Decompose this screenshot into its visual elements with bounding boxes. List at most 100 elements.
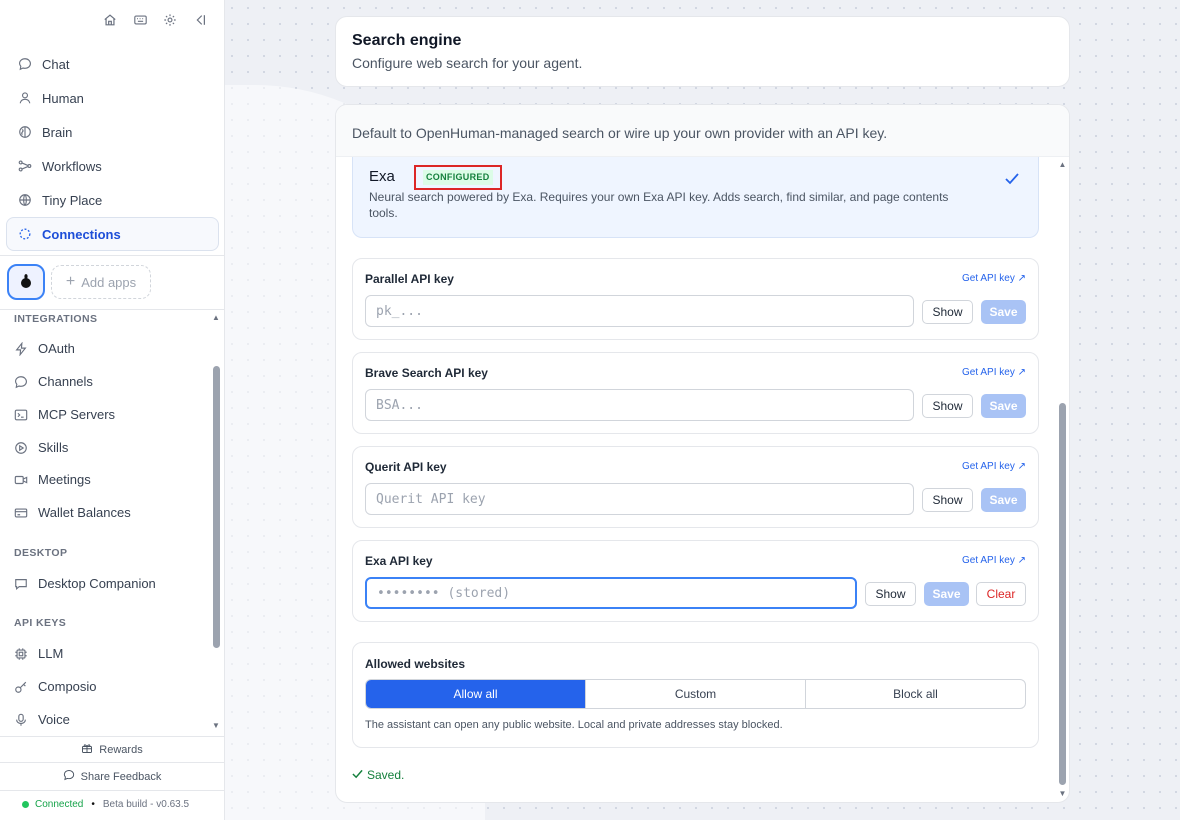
get-api-key-link[interactable]: Get API key ↗	[962, 273, 1026, 284]
allowed-websites-card: Allowed websites Allow all Custom Block …	[352, 642, 1039, 748]
feedback-icon	[63, 769, 75, 784]
option-custom[interactable]: Custom	[585, 680, 805, 708]
save-button[interactable]: Save	[924, 582, 969, 606]
chat-icon	[18, 57, 32, 71]
sidebar-top-icons	[100, 11, 210, 29]
page-title: Search engine	[352, 32, 462, 49]
parallel-key-input[interactable]: pk_...	[365, 295, 914, 327]
sidebar-item-desktop-companion[interactable]: Desktop Companion	[14, 576, 156, 591]
sidebar-item-label: Desktop Companion	[38, 576, 156, 591]
sidebar-item-oauth[interactable]: OAuth	[14, 341, 75, 356]
apps-row: + Add apps	[7, 264, 151, 300]
save-button[interactable]: Save	[981, 394, 1026, 418]
scroll-down-icon[interactable]: ▼	[1058, 789, 1067, 798]
sidebar-scroll-area[interactable]: INTEGRATIONS OAuth Channels MCP Servers …	[0, 311, 224, 736]
save-button[interactable]: Save	[981, 488, 1026, 512]
brave-key-card: Brave Search API key Get API key ↗ BSA..…	[352, 352, 1039, 434]
sidebar-item-skills[interactable]: Skills	[14, 440, 68, 455]
nav-item-human[interactable]: Human	[6, 81, 219, 115]
gear-icon[interactable]	[160, 11, 180, 29]
querit-key-input[interactable]: Querit API key	[365, 483, 914, 515]
key-label: Parallel API key	[365, 272, 454, 286]
get-api-key-link[interactable]: Get API key ↗	[962, 555, 1026, 566]
main-scrollbar-thumb[interactable]	[1059, 403, 1066, 785]
globe-icon	[18, 193, 32, 207]
connections-icon	[18, 227, 32, 241]
show-button[interactable]: Show	[865, 582, 916, 606]
nav-item-workflows[interactable]: Workflows	[6, 149, 219, 183]
nav-item-connections[interactable]: Connections	[6, 217, 219, 251]
key-label: Querit API key	[365, 460, 447, 474]
nav-label: Tiny Place	[42, 192, 103, 208]
sidebar-item-meetings[interactable]: Meetings	[14, 472, 91, 487]
intro-text: Default to OpenHuman-managed search or w…	[336, 105, 1069, 157]
sidebar-item-label: OAuth	[38, 341, 75, 356]
check-icon	[1004, 172, 1020, 189]
check-icon	[352, 768, 363, 782]
share-feedback-label: Share Feedback	[80, 770, 162, 783]
sidebar-item-mcp-servers[interactable]: MCP Servers	[14, 407, 115, 422]
allowed-websites-toggle: Allow all Custom Block all	[365, 679, 1026, 709]
nav-item-chat[interactable]: Chat	[6, 47, 219, 81]
get-api-key-link[interactable]: Get API key ↗	[962, 461, 1026, 472]
section-title-api-keys: API KEYS	[14, 617, 67, 629]
page-subtitle: Configure web search for your agent.	[352, 55, 583, 71]
provider-name: Exa	[369, 168, 395, 185]
status-separator: •	[91, 799, 95, 810]
allowed-websites-title: Allowed websites	[365, 657, 466, 671]
sidebar-item-composio[interactable]: Composio	[14, 679, 97, 694]
app-avatar[interactable]	[7, 264, 45, 300]
clear-button[interactable]: Clear	[976, 582, 1026, 606]
microphone-icon	[14, 713, 28, 727]
show-button[interactable]: Show	[922, 300, 973, 324]
terminal-icon	[14, 408, 28, 422]
scroll-down-icon[interactable]: ▼	[212, 722, 220, 730]
sidebar-item-label: MCP Servers	[38, 407, 116, 422]
sidebar-item-llm[interactable]: LLM	[14, 646, 63, 661]
lightning-icon	[14, 341, 28, 356]
exa-key-input[interactable]: •••••••• (stored)	[365, 577, 857, 609]
settings-scroll-area[interactable]: Exa CONFIGURED Neural search powered by …	[336, 157, 1069, 802]
wallet-icon	[14, 506, 28, 520]
sidebar-divider	[0, 790, 224, 791]
get-api-key-link[interactable]: Get API key ↗	[962, 367, 1026, 378]
sidebar-scrollbar-thumb[interactable]	[213, 366, 220, 648]
brain-icon	[18, 125, 32, 139]
provider-option-exa[interactable]: Exa CONFIGURED Neural search powered by …	[352, 157, 1039, 238]
add-apps-button[interactable]: + Add apps	[51, 265, 151, 299]
collapse-sidebar-icon[interactable]	[190, 11, 210, 29]
save-button[interactable]: Save	[981, 300, 1026, 324]
sidebar-item-channels[interactable]: Channels	[14, 374, 93, 389]
status-connected-text: Connected	[35, 799, 84, 810]
rewards-link[interactable]: Rewards	[0, 742, 224, 757]
key-label: Brave Search API key	[365, 366, 488, 380]
scroll-up-icon[interactable]: ▲	[212, 314, 220, 322]
option-allow-all[interactable]: Allow all	[366, 680, 585, 708]
saved-status: Saved.	[352, 768, 404, 782]
option-block-all[interactable]: Block all	[805, 680, 1025, 708]
sidebar-item-wallet-balances[interactable]: Wallet Balances	[14, 505, 131, 520]
nav-item-tiny-place[interactable]: Tiny Place	[6, 183, 219, 217]
brave-key-input[interactable]: BSA...	[365, 389, 914, 421]
keyboard-icon[interactable]	[130, 11, 150, 29]
sidebar: Chat Human Brain Workflows Tiny Place Co…	[0, 0, 225, 820]
sidebar-item-voice[interactable]: Voice	[14, 712, 70, 727]
video-icon	[14, 473, 28, 487]
configured-badge: CONFIGURED	[414, 165, 502, 190]
home-icon[interactable]	[100, 11, 120, 29]
sidebar-item-label: Wallet Balances	[38, 505, 131, 520]
show-button[interactable]: Show	[922, 488, 973, 512]
parallel-key-card: Parallel API key Get API key ↗ pk_... Sh…	[352, 258, 1039, 340]
sidebar-item-label: Skills	[38, 440, 69, 455]
app-logo-icon	[19, 273, 33, 292]
nav-item-brain[interactable]: Brain	[6, 115, 219, 149]
querit-key-card: Querit API key Get API key ↗ Querit API …	[352, 446, 1039, 528]
share-feedback-link[interactable]: Share Feedback	[0, 769, 224, 784]
show-button[interactable]: Show	[922, 394, 973, 418]
connection-status: Connected • Beta build - v0.63.5	[22, 799, 189, 810]
nav-label: Workflows	[42, 158, 102, 174]
sidebar-item-label: Channels	[38, 374, 93, 389]
section-title-integrations: INTEGRATIONS	[14, 313, 98, 325]
nav-label: Human	[42, 90, 84, 106]
scroll-up-icon[interactable]: ▲	[1058, 160, 1067, 169]
